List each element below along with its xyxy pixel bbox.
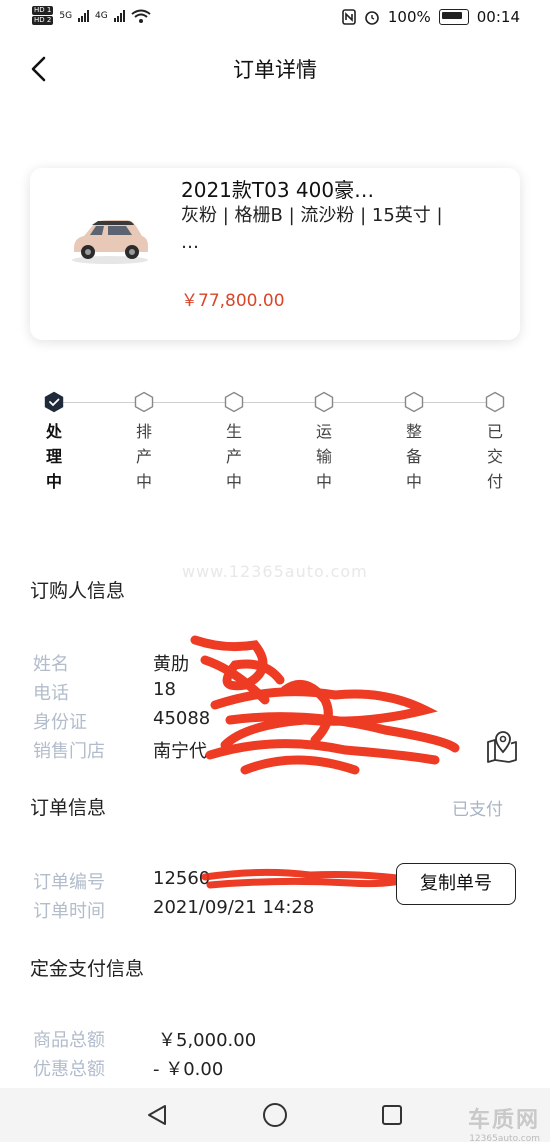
status-bar: HD 1 HD 2 5G 4G 100% 00:14 (0, 0, 550, 38)
signal-icon (78, 9, 90, 22)
nav-recents-icon[interactable] (380, 1103, 404, 1127)
name-value: 黄肋 (153, 654, 189, 675)
order-time-value: 2021/09/21 14:28 (153, 897, 315, 918)
sim-indicators: HD 1 HD 2 (32, 6, 54, 25)
id-value: 45088 (153, 708, 211, 729)
brand-watermark: 车质网 12365auto.com (468, 1102, 540, 1144)
hexagon-icon (134, 391, 154, 413)
network-5g-label: 5G (59, 10, 73, 21)
sim2-badge: HD 2 (32, 16, 54, 25)
progress-step-label: 整备中 (405, 422, 422, 491)
nav-back-icon[interactable] (145, 1103, 169, 1127)
product-name: 2021款T03 400豪… (181, 178, 375, 202)
hexagon-icon (404, 391, 424, 413)
progress-step-label: 生产中 (225, 422, 242, 491)
order-number-redaction (201, 868, 409, 889)
payment-status: 已支付 (452, 800, 503, 820)
site-watermark: www.12365auto.com (182, 562, 368, 581)
progress-line (54, 402, 496, 403)
order-number-value: 12560 (153, 868, 211, 889)
wifi-icon (131, 9, 151, 23)
brand-name: 车质网 (467, 1108, 540, 1133)
progress-step-label: 已交付 (486, 422, 503, 491)
deposit-section-title: 定金支付信息 (30, 958, 145, 980)
progress-step: 运输中 (312, 391, 336, 494)
signal-icon-2 (113, 9, 125, 22)
map-location-icon[interactable] (485, 730, 519, 764)
product-price: ￥77,800.00 (181, 291, 285, 311)
progress-step: 生产中 (222, 391, 246, 494)
clock: 00:14 (476, 8, 520, 26)
progress-step-label: 处理中 (45, 422, 62, 491)
discount-total-label: 优惠总额 (33, 1059, 105, 1080)
order-section-title: 订单信息 (30, 797, 107, 819)
product-spec: 灰粉 | 格栅B | 流沙粉 | 15英寸 | … (181, 205, 443, 253)
car-image (72, 220, 148, 264)
order-time-label: 订单时间 (33, 901, 105, 922)
goods-total-label: 商品总额 (33, 1030, 105, 1051)
nav-home-icon[interactable] (262, 1102, 288, 1128)
battery-percent: 100% (387, 8, 431, 26)
status-right: 100% 00:14 (342, 8, 520, 26)
redaction-scribble (190, 635, 460, 775)
product-card[interactable]: 2021款T03 400豪… 灰粉 | 格栅B | 流沙粉 | 15英寸 | …… (30, 168, 520, 340)
discount-total-value: - ￥0.00 (153, 1059, 224, 1080)
network-4g-label: 4G (95, 10, 108, 21)
progress-step: 整备中 (402, 391, 426, 494)
hexagon-icon (485, 391, 505, 413)
phone-label: 电话 (33, 683, 69, 704)
store-label: 销售门店 (33, 741, 105, 762)
battery-icon (438, 9, 469, 25)
hexagon-check-icon (44, 391, 64, 413)
progress-step: 排产中 (132, 391, 156, 494)
progress-step-label: 排产中 (135, 422, 152, 491)
progress-step: 处理中 (42, 391, 66, 494)
hexagon-icon (224, 391, 244, 413)
sim1-badge: HD 1 (32, 6, 54, 15)
nfc-icon (342, 9, 356, 25)
page-title: 订单详情 (233, 58, 317, 82)
progress-step-label: 运输中 (315, 422, 332, 491)
brand-url: 12365auto.com (469, 1134, 540, 1144)
name-label: 姓名 (33, 654, 69, 675)
buyer-section-title: 订购人信息 (30, 580, 126, 602)
goods-total-value: ￥5,000.00 (158, 1030, 257, 1051)
copy-order-number-button[interactable]: 复制单号 (396, 863, 516, 905)
phone-value: 18 (153, 679, 176, 700)
order-number-label: 订单编号 (33, 872, 105, 893)
alarm-icon (365, 11, 379, 25)
progress-step: 已交付 (483, 391, 507, 494)
hexagon-icon (314, 391, 334, 413)
store-value: 南宁代 (153, 741, 207, 762)
status-left: HD 1 HD 2 5G 4G (32, 6, 151, 25)
id-label: 身份证 (33, 712, 87, 733)
